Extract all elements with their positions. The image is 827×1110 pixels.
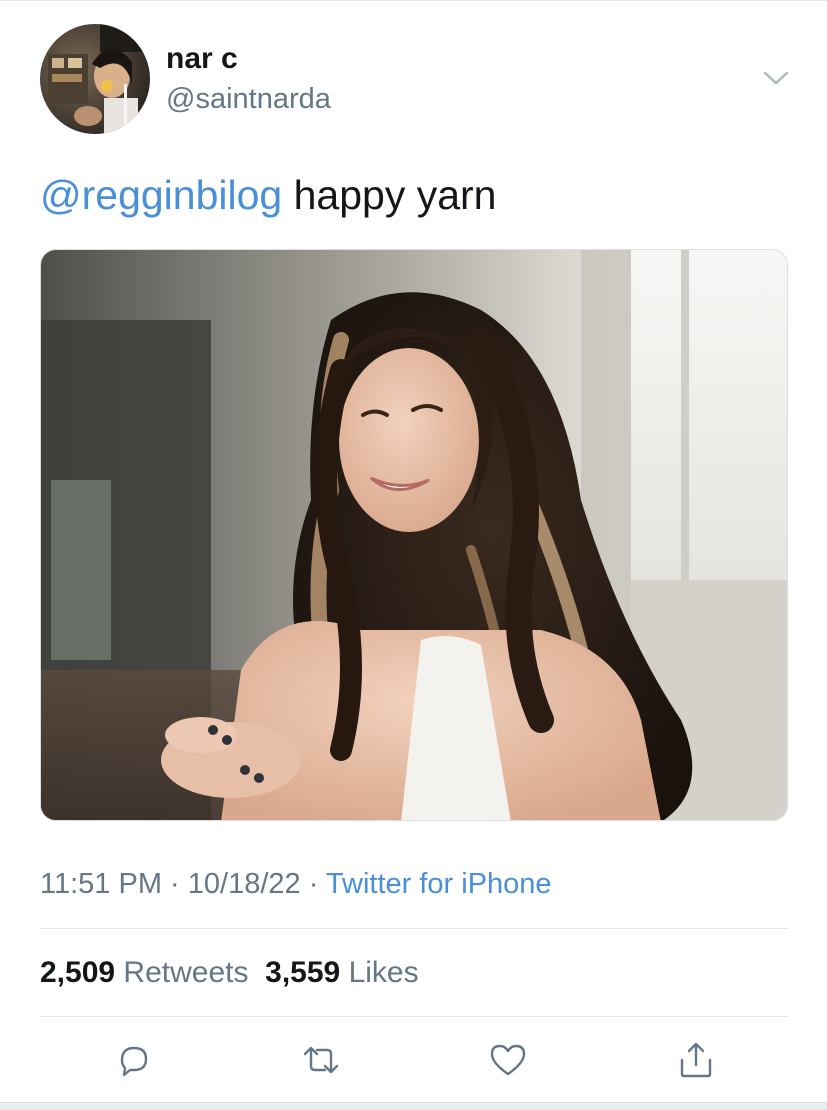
mention-link[interactable]: @regginbilog bbox=[40, 172, 282, 218]
share-icon[interactable] bbox=[676, 1040, 716, 1080]
tweet-stats: 2,509 Retweets 3,559 Likes bbox=[40, 952, 419, 994]
tweet-text: @regginbilog happy yarn bbox=[40, 168, 496, 222]
heart-icon[interactable] bbox=[488, 1040, 528, 1080]
tweet-time: 11:51 PM bbox=[40, 868, 162, 900]
likes-count: 3,559 bbox=[265, 956, 341, 989]
retweets-count: 2,509 bbox=[40, 956, 116, 989]
meta-separator: · bbox=[161, 868, 188, 900]
divider bbox=[40, 928, 788, 929]
avatar-image bbox=[40, 24, 150, 134]
retweets-label: Retweets bbox=[123, 956, 249, 989]
divider bbox=[40, 1016, 788, 1017]
top-border bbox=[0, 0, 827, 1]
avatar[interactable] bbox=[40, 24, 150, 134]
user-handle[interactable]: @saintnarda bbox=[166, 80, 331, 118]
tweet-date: 10/18/22 bbox=[187, 868, 301, 900]
reply-icon[interactable] bbox=[114, 1040, 154, 1080]
likes-stat[interactable]: 3,559 Likes bbox=[265, 956, 418, 989]
meta-separator: · bbox=[300, 868, 326, 900]
tweet-photo[interactable] bbox=[40, 249, 788, 821]
display-name[interactable]: nar c bbox=[166, 40, 238, 78]
likes-label: Likes bbox=[348, 956, 419, 989]
retweet-icon[interactable] bbox=[301, 1040, 341, 1080]
photo-image bbox=[41, 250, 787, 820]
tweet-body: happy yarn bbox=[282, 172, 497, 218]
chevron-down-icon[interactable] bbox=[760, 62, 792, 94]
retweets-stat[interactable]: 2,509 Retweets bbox=[40, 956, 248, 989]
source-link[interactable]: Twitter for iPhone bbox=[326, 868, 552, 900]
tweet-meta: 11:51 PM · 10/18/22 · Twitter for iPhone bbox=[40, 864, 552, 904]
